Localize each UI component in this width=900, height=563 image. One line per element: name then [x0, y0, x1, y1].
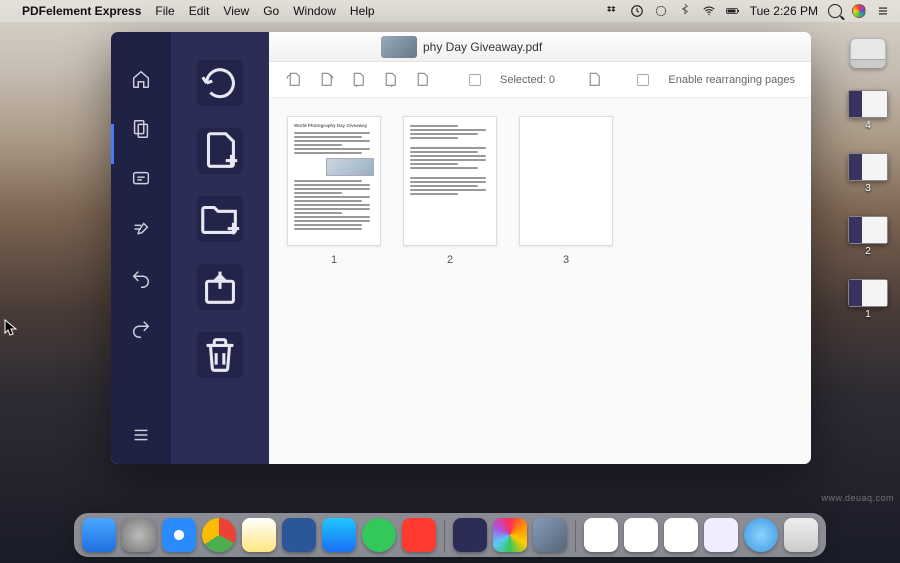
rotate-right-button[interactable] [317, 71, 335, 89]
app-menu[interactable]: PDFelement Express [22, 4, 141, 18]
minimized-window-3[interactable] [664, 518, 698, 552]
select-checkbox[interactable] [469, 74, 481, 86]
notification-center-icon[interactable] [876, 4, 890, 18]
menu-icon[interactable] [130, 424, 152, 446]
desktop-thumb[interactable]: 3 [848, 153, 888, 194]
menu-window[interactable]: Window [293, 4, 336, 18]
drive-icon[interactable] [850, 38, 886, 68]
window-main: phy Day Giveaway.pdf Selected: 0 Enable … [269, 32, 811, 464]
page-thumb[interactable]: 3 [519, 116, 613, 266]
chrome-icon[interactable] [202, 518, 236, 552]
desktop-thumb[interactable]: 2 [848, 216, 888, 257]
page-number: 2 [447, 254, 453, 266]
edit-icon[interactable] [130, 218, 152, 240]
launchpad-icon[interactable] [122, 518, 156, 552]
menubar: PDFelement Express File Edit View Go Win… [0, 0, 900, 22]
redo-icon[interactable] [130, 318, 152, 340]
cursor-icon [4, 319, 18, 342]
tools-sidebar [171, 32, 269, 464]
finder-icon[interactable] [82, 518, 116, 552]
document-thumb-icon [381, 36, 417, 58]
dock-separator [575, 520, 576, 552]
wifi-icon[interactable] [702, 4, 716, 18]
notes-icon[interactable] [242, 518, 276, 552]
rearrange-checkbox[interactable] [637, 74, 649, 86]
undo-icon[interactable] [130, 268, 152, 290]
menu-help[interactable]: Help [350, 4, 375, 18]
dock-separator [444, 520, 445, 552]
downloads-icon[interactable] [744, 518, 778, 552]
bluetooth-icon[interactable] [678, 4, 692, 18]
page-thumb[interactable]: 2 [403, 116, 497, 266]
extract-tool[interactable] [197, 264, 243, 310]
page-number: 1 [331, 254, 337, 266]
app-red-icon[interactable] [402, 518, 436, 552]
rotate-tool[interactable] [197, 60, 243, 106]
watermark: www.deuaq.com [821, 493, 894, 503]
menu-view[interactable]: View [223, 4, 249, 18]
page-action-1-button[interactable] [349, 71, 367, 89]
photos-icon[interactable] [493, 518, 527, 552]
pdfelement-icon[interactable] [453, 518, 487, 552]
minimized-window-1[interactable] [584, 518, 618, 552]
desktop-items: 4 3 2 1 [848, 38, 888, 320]
minimized-window-2[interactable] [624, 518, 658, 552]
preview-icon[interactable] [533, 518, 567, 552]
word-icon[interactable] [282, 518, 316, 552]
page-toolbar: Selected: 0 Enable rearranging pages [269, 62, 811, 98]
primary-sidebar [111, 32, 171, 464]
rearrange-label: Enable rearranging pages [668, 74, 795, 86]
sync-icon[interactable] [630, 4, 644, 18]
siri-icon[interactable] [852, 4, 866, 18]
page-action-2-button[interactable] [381, 71, 399, 89]
page-number: 3 [563, 254, 569, 266]
app-green-icon[interactable] [362, 518, 396, 552]
delete-tool[interactable] [197, 332, 243, 378]
menu-file[interactable]: File [155, 4, 174, 18]
desktop-thumb[interactable]: 4 [848, 90, 888, 131]
trash-icon[interactable] [784, 518, 818, 552]
pages-grid: World Photography Day Giveaway 1 [269, 98, 811, 464]
appstore-icon[interactable] [322, 518, 356, 552]
menubar-clock[interactable]: Tue 2:26 PM [750, 4, 818, 18]
spotlight-icon[interactable] [828, 4, 842, 18]
page-action-3-button[interactable] [413, 71, 431, 89]
battery-icon[interactable] [726, 4, 740, 18]
desktop: PDFelement Express File Edit View Go Win… [0, 0, 900, 563]
app-window: phy Day Giveaway.pdf Selected: 0 Enable … [111, 32, 811, 464]
minimized-window-4[interactable] [704, 518, 738, 552]
menu-go[interactable]: Go [263, 4, 279, 18]
selected-count-label: Selected: 0 [500, 74, 555, 86]
pages-icon[interactable] [130, 118, 152, 140]
safari-icon[interactable] [162, 518, 196, 552]
page-single-icon[interactable] [585, 71, 603, 89]
dropbox-icon[interactable] [606, 4, 620, 18]
sidebar-selection-indicator [111, 124, 114, 164]
titlebar: phy Day Giveaway.pdf [269, 32, 811, 62]
dock [74, 513, 826, 557]
comment-icon[interactable] [130, 168, 152, 190]
add-page-tool[interactable] [197, 128, 243, 174]
document-filename: phy Day Giveaway.pdf [423, 40, 542, 54]
desktop-thumb[interactable]: 1 [848, 279, 888, 320]
page-thumb[interactable]: World Photography Day Giveaway 1 [287, 116, 381, 266]
add-folder-tool[interactable] [197, 196, 243, 242]
home-icon[interactable] [130, 68, 152, 90]
clock-icon[interactable] [654, 4, 668, 18]
rotate-left-button[interactable] [285, 71, 303, 89]
menu-edit[interactable]: Edit [189, 4, 210, 18]
